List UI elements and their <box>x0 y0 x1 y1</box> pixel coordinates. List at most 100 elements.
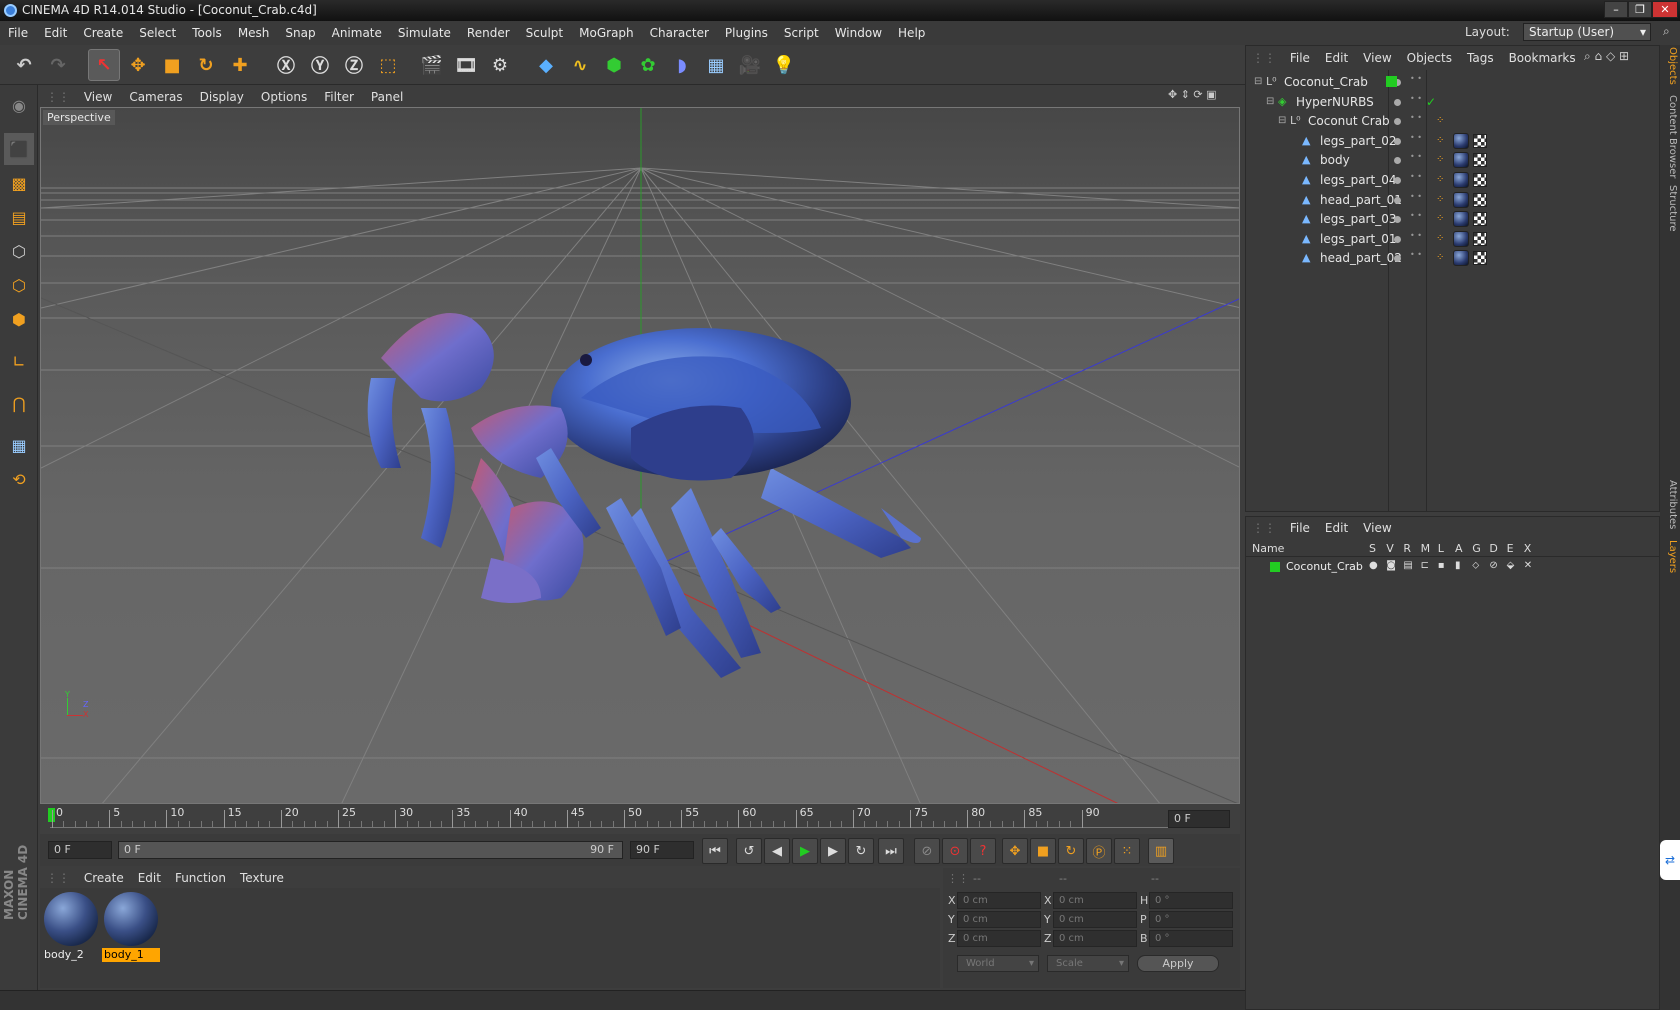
material-tag-icon[interactable] <box>1453 152 1469 169</box>
material-menu-texture[interactable]: Texture <box>240 868 284 888</box>
object-row[interactable]: ▲ legs_part_01 • • ⁘ <box>1246 229 1659 249</box>
menu-script[interactable]: Script <box>776 21 827 45</box>
visibility-dot-icon[interactable] <box>1394 196 1401 204</box>
array-icon[interactable]: ✿ <box>632 49 664 81</box>
layer-column-header[interactable]: Name <box>1252 542 1284 555</box>
material-tag-icon[interactable] <box>1453 250 1469 267</box>
menu-select[interactable]: Select <box>131 21 184 45</box>
render-dot-icon[interactable]: • • <box>1410 192 1422 200</box>
teamviewer-icon[interactable]: ⇄ <box>1660 840 1680 880</box>
layer-menu-edit[interactable]: Edit <box>1325 517 1348 539</box>
light-icon[interactable]: 💡 <box>768 49 800 81</box>
goto-end-icon[interactable]: ⏭ <box>878 838 904 864</box>
restore-button[interactable]: ❐ <box>1628 1 1652 18</box>
coconut-crab-model[interactable] <box>367 313 921 678</box>
points-mode-icon[interactable]: ⬡ <box>4 235 34 267</box>
phong-tag-icon[interactable]: ⁘ <box>1436 131 1444 151</box>
render-dot-icon[interactable]: • • <box>1410 94 1422 102</box>
keyframe-selection-icon[interactable]: ? <box>970 838 996 864</box>
rotation-field[interactable]: 0 ° <box>1149 930 1233 947</box>
material-tag-icon[interactable] <box>1453 191 1469 208</box>
size-field[interactable]: 0 cm <box>1053 911 1137 928</box>
minimize-button[interactable]: – <box>1604 1 1628 18</box>
viewport-menu-view[interactable]: View <box>84 87 112 107</box>
y-axis-lock-icon[interactable]: Ⓨ <box>304 49 336 81</box>
menu-plugins[interactable]: Plugins <box>717 21 776 45</box>
phong-tag-icon[interactable]: ⁘ <box>1436 209 1444 229</box>
expressions-icon[interactable]: ⬙ <box>1507 560 1515 571</box>
texture-mode-icon[interactable]: ▩ <box>4 167 34 199</box>
right-tab-layers[interactable]: Layers <box>1662 540 1678 573</box>
object-row[interactable]: ▲ head_part_02 • • ⁘ <box>1246 248 1659 268</box>
viewport-menu-display[interactable]: Display <box>200 87 244 107</box>
cube-primitive-icon[interactable]: ◆ <box>530 49 562 81</box>
search-icon[interactable]: ⌕ <box>1663 24 1670 39</box>
visibility-dot-icon[interactable] <box>1394 177 1401 184</box>
render-dot-icon[interactable]: • • <box>1410 212 1422 220</box>
render-dot-icon[interactable]: • • <box>1410 231 1422 239</box>
render-dot-icon[interactable]: • • <box>1410 251 1422 259</box>
uvw-tag-icon[interactable] <box>1473 212 1487 227</box>
deformer-icon[interactable]: ◗ <box>666 49 698 81</box>
key-position-icon[interactable]: ✥ <box>1002 838 1028 864</box>
layer-column-header[interactable]: V <box>1386 542 1394 555</box>
render-dot-icon[interactable]: • • <box>1410 173 1422 181</box>
layer-column-header[interactable]: S <box>1369 542 1376 555</box>
tree-expander-icon[interactable]: ⊟ <box>1254 72 1262 92</box>
object-manager-tool-icons[interactable]: ⌕ ⌂ ◇ ⊞ <box>1584 49 1629 64</box>
menu-mesh[interactable]: Mesh <box>230 21 278 45</box>
right-tab-content-browser[interactable]: Content Browser <box>1662 95 1678 178</box>
visibility-dot-icon[interactable] <box>1394 216 1401 224</box>
prev-frame-icon[interactable]: ◀ <box>764 838 790 864</box>
object-row[interactable]: ▲ legs_part_03 • • ⁘ <box>1246 209 1659 229</box>
add-icon[interactable]: ✚ <box>224 49 256 81</box>
object-menu-bookmarks[interactable]: Bookmarks <box>1509 46 1576 70</box>
layer-column-header[interactable]: A <box>1455 542 1463 555</box>
layer-column-header[interactable]: L <box>1438 542 1444 555</box>
material-menu-function[interactable]: Function <box>175 868 226 888</box>
goto-start-icon[interactable]: ⏮ <box>702 838 728 864</box>
next-frame-icon[interactable]: ▶ <box>820 838 846 864</box>
phong-tag-icon[interactable]: ⁘ <box>1436 229 1444 249</box>
uvw-tag-icon[interactable] <box>1473 133 1487 148</box>
render-icon[interactable]: ▤ <box>1403 560 1412 571</box>
material-menu-create[interactable]: Create <box>84 868 124 888</box>
menu-animate[interactable]: Animate <box>324 21 390 45</box>
tree-expander-icon[interactable]: ⊟ <box>1278 111 1286 131</box>
live-selection-icon[interactable]: ↖ <box>88 49 120 81</box>
right-tab-objects[interactable]: Objects <box>1662 47 1678 85</box>
coordinate-system-icon[interactable]: ⬚ <box>372 49 404 81</box>
render-settings-icon[interactable]: ⚙ <box>484 49 516 81</box>
end-frame-field[interactable]: 90 F <box>630 841 694 859</box>
autokey-icon[interactable]: ⊙ <box>942 838 968 864</box>
animation-icon[interactable]: ▮ <box>1455 560 1461 571</box>
scale-dropdown[interactable]: Scale ▾ <box>1047 955 1129 972</box>
z-axis-lock-icon[interactable]: Ⓩ <box>338 49 370 81</box>
undo-icon[interactable]: ↶ <box>8 49 40 81</box>
uvw-tag-icon[interactable] <box>1473 153 1487 168</box>
uvw-tag-icon[interactable] <box>1473 231 1487 246</box>
key-pla-icon[interactable]: ⁙ <box>1114 838 1140 864</box>
phong-tag-icon[interactable]: ⁘ <box>1436 190 1444 210</box>
phong-tag-icon[interactable]: ⁘ <box>1436 170 1444 190</box>
uvw-tag-icon[interactable] <box>1473 173 1487 187</box>
layer-column-header[interactable]: G <box>1472 542 1481 555</box>
right-tab-attributes[interactable]: Attributes <box>1662 480 1678 529</box>
manager-icon[interactable]: ⊏ <box>1421 560 1429 571</box>
material-tag-icon[interactable] <box>1453 230 1469 247</box>
right-tab-structure[interactable]: Structure <box>1662 185 1678 232</box>
size-field[interactable]: 0 cm <box>1053 930 1137 947</box>
viewport-menu-options[interactable]: Options <box>261 87 307 107</box>
make-editable-icon[interactable]: ◉ <box>4 89 34 121</box>
render-view-icon[interactable]: 🎬 <box>416 49 448 81</box>
layer-column-header[interactable]: M <box>1421 542 1431 555</box>
material-tag-icon[interactable] <box>1453 211 1469 228</box>
timeline-track[interactable] <box>50 816 1168 828</box>
key-scale-icon[interactable]: ■ <box>1030 838 1056 864</box>
timeline-window-icon[interactable]: ▥ <box>1148 838 1174 864</box>
layout-dropdown[interactable]: Startup (User) ▾ <box>1523 23 1651 41</box>
play-icon[interactable]: ▶ <box>792 838 818 864</box>
current-frame-field[interactable]: 0 F <box>1168 810 1230 828</box>
frame-range-slider[interactable]: 0 F 90 F <box>118 841 623 859</box>
visibility-dot-icon[interactable] <box>1394 118 1401 126</box>
